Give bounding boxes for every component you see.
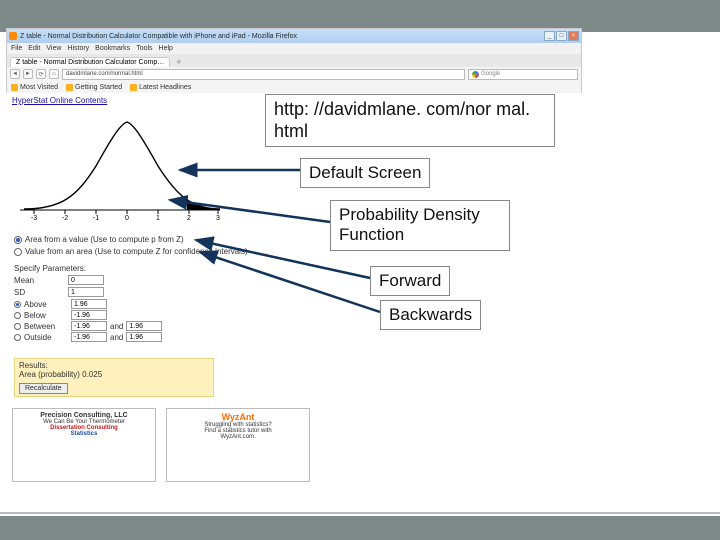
svg-text:0: 0 bbox=[125, 215, 129, 222]
window-title: Z table - Normal Distribution Calculator… bbox=[20, 33, 297, 40]
results-panel: Results: Area (probability) 0.025 Recalc… bbox=[14, 358, 214, 397]
search-placeholder: Google bbox=[481, 71, 500, 77]
shade-below-row[interactable]: Below bbox=[14, 310, 162, 320]
mode-radio-group: Area from a value (Use to compute p from… bbox=[14, 234, 248, 258]
google-icon bbox=[472, 71, 479, 78]
pdf-plot: -3 -2 -1 0 1 2 3 bbox=[12, 106, 228, 230]
ad2-line3: WyzAnt.com. bbox=[220, 434, 255, 440]
nav-bar: ◄ ► ⟳ ⌂ davidmlane.com/normal.html Googl… bbox=[7, 67, 581, 81]
between-input-1[interactable] bbox=[71, 321, 107, 331]
outside-input-1[interactable] bbox=[71, 332, 107, 342]
normal-curve-chart: -3 -2 -1 0 1 2 3 bbox=[12, 106, 228, 230]
parameters-panel: Specify Parameters: Mean SD Above Below … bbox=[14, 264, 162, 343]
minimize-button[interactable]: _ bbox=[544, 31, 555, 41]
above-input[interactable] bbox=[71, 299, 107, 309]
maximize-button[interactable]: □ bbox=[556, 31, 567, 41]
tab-active[interactable]: Z table - Normal Distribution Calculator… bbox=[10, 57, 170, 67]
shade-between-row[interactable]: Between and bbox=[14, 321, 162, 331]
mean-input[interactable] bbox=[68, 275, 104, 285]
reload-button[interactable]: ⟳ bbox=[36, 69, 46, 79]
window-controls: _ □ × bbox=[544, 31, 579, 41]
close-button[interactable]: × bbox=[568, 31, 579, 41]
menu-bar: File Edit View History Bookmarks Tools H… bbox=[7, 43, 581, 54]
menu-bookmarks[interactable]: Bookmarks bbox=[95, 45, 130, 52]
shade-below-label: Below bbox=[24, 311, 68, 320]
below-input[interactable] bbox=[71, 310, 107, 320]
params-heading: Specify Parameters: bbox=[14, 264, 162, 273]
ads-bar: Precision Consulting, LLC We Can Be Your… bbox=[12, 408, 310, 482]
menu-file[interactable]: File bbox=[11, 45, 22, 52]
menu-edit[interactable]: Edit bbox=[28, 45, 40, 52]
shade-above-row[interactable]: Above bbox=[14, 299, 162, 309]
menu-tools[interactable]: Tools bbox=[136, 45, 152, 52]
ad1-line3: Statistics bbox=[71, 431, 98, 437]
and-label: and bbox=[110, 322, 123, 331]
bookmarks-bar: Most Visited Getting Started Latest Head… bbox=[7, 81, 581, 93]
results-line: Area (probability) 0.025 bbox=[19, 370, 209, 379]
folder-icon bbox=[11, 84, 18, 91]
folder-icon bbox=[66, 84, 73, 91]
radio-icon bbox=[14, 248, 22, 256]
shade-above-label: Above bbox=[24, 300, 68, 309]
recalculate-button[interactable]: Recalculate bbox=[19, 383, 68, 394]
radio-icon bbox=[14, 323, 21, 330]
sd-label: SD bbox=[14, 288, 64, 297]
new-tab-button[interactable]: + bbox=[173, 57, 184, 67]
mean-label: Mean bbox=[14, 276, 64, 285]
ad-precision[interactable]: Precision Consulting, LLC We Can Be Your… bbox=[12, 408, 156, 482]
menu-help[interactable]: Help bbox=[159, 45, 173, 52]
slide-footer-bar bbox=[0, 516, 720, 540]
ad-wyzant[interactable]: WyzAnt Struggling with statistics? Find … bbox=[166, 408, 310, 482]
svg-text:2: 2 bbox=[187, 215, 191, 222]
results-heading: Results: bbox=[19, 361, 209, 370]
window-title-bar: Z table - Normal Distribution Calculator… bbox=[7, 29, 581, 43]
svg-text:3: 3 bbox=[216, 215, 220, 222]
url-input[interactable]: davidmlane.com/normal.html bbox=[62, 69, 465, 80]
ad1-title: Precision Consulting, LLC bbox=[40, 412, 128, 419]
folder-icon bbox=[130, 84, 137, 91]
bookmark-getting-started[interactable]: Getting Started bbox=[66, 84, 122, 91]
browser-window: Z table - Normal Distribution Calculator… bbox=[6, 28, 582, 93]
svg-text:-1: -1 bbox=[93, 215, 99, 222]
radio-icon bbox=[14, 236, 22, 244]
url-text: davidmlane.com/normal.html bbox=[66, 71, 143, 77]
callout-default: Default Screen bbox=[300, 158, 430, 188]
radio-icon bbox=[14, 301, 21, 308]
outside-input-2[interactable] bbox=[126, 332, 162, 342]
mode-area-label: Area from a value (Use to compute p from… bbox=[25, 234, 184, 246]
tab-label: Z table - Normal Distribution Calculator… bbox=[16, 59, 164, 66]
bookmark-most-visited[interactable]: Most Visited bbox=[11, 84, 58, 91]
menu-view[interactable]: View bbox=[46, 45, 61, 52]
shade-outside-label: Outside bbox=[24, 333, 68, 342]
callout-forward: Forward bbox=[370, 266, 450, 296]
forward-button[interactable]: ► bbox=[23, 69, 33, 79]
svg-text:-2: -2 bbox=[62, 215, 68, 222]
callout-url: http: //davidmlane. com/nor mal. html bbox=[265, 94, 555, 147]
mode-value-label: Value from an area (Use to compute Z for… bbox=[25, 246, 248, 258]
callout-pdf: Probability Density Function bbox=[330, 200, 510, 251]
mode-area-row[interactable]: Area from a value (Use to compute p from… bbox=[14, 234, 248, 246]
callout-backwards: Backwards bbox=[380, 300, 481, 330]
tab-strip: Z table - Normal Distribution Calculator… bbox=[7, 54, 581, 67]
firefox-icon bbox=[9, 32, 17, 40]
home-button[interactable]: ⌂ bbox=[49, 69, 59, 79]
hyperstat-link[interactable]: HyperStat Online Contents bbox=[12, 96, 107, 105]
ad2-brand: WyzAnt bbox=[222, 412, 255, 422]
radio-icon bbox=[14, 334, 21, 341]
svg-text:1: 1 bbox=[156, 215, 160, 222]
sd-input[interactable] bbox=[68, 287, 104, 297]
mode-value-row[interactable]: Value from an area (Use to compute Z for… bbox=[14, 246, 248, 258]
back-button[interactable]: ◄ bbox=[10, 69, 20, 79]
shade-outside-row[interactable]: Outside and bbox=[14, 332, 162, 342]
and-label-2: and bbox=[110, 333, 123, 342]
svg-text:-3: -3 bbox=[31, 215, 37, 222]
radio-icon bbox=[14, 312, 21, 319]
search-input[interactable]: Google bbox=[468, 69, 578, 80]
menu-history[interactable]: History bbox=[67, 45, 89, 52]
bookmark-latest-headlines[interactable]: Latest Headlines bbox=[130, 84, 191, 91]
shade-between-label: Between bbox=[24, 322, 68, 331]
slide-divider bbox=[0, 512, 720, 514]
between-input-2[interactable] bbox=[126, 321, 162, 331]
